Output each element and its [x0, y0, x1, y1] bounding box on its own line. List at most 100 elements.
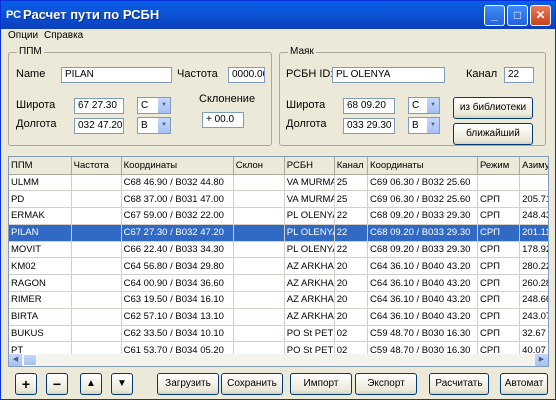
- load-button[interactable]: Загрузить: [157, 373, 219, 395]
- table-cell: 243.07: [519, 308, 548, 326]
- table-cell: [233, 190, 285, 209]
- table-cell: С68 46.90 / В032 44.80: [121, 174, 234, 192]
- column-header[interactable]: ППМ: [9, 157, 72, 175]
- move-up-button[interactable]: ▲: [80, 373, 102, 395]
- maximize-button[interactable]: □: [507, 5, 528, 26]
- table-cell: [477, 174, 521, 192]
- remove-row-button[interactable]: −: [46, 373, 68, 395]
- declination-field[interactable]: + 00.0: [202, 112, 244, 128]
- table-row[interactable]: PD С68 37.00 / В031 47.00 VA MURMA 25 С69 06…: [9, 190, 548, 209]
- app-icon: РС: [6, 9, 22, 21]
- menu-options[interactable]: Опции: [8, 30, 38, 41]
- table-row[interactable]: PILAN С67 27.30 / В032 47.20 PL OLENYA 22 С6…: [9, 224, 548, 242]
- name-field[interactable]: PILAN: [61, 67, 172, 83]
- from-library-button[interactable]: из библиотеки: [453, 97, 533, 119]
- column-header[interactable]: Координаты: [367, 157, 478, 175]
- column-header[interactable]: Режим: [477, 157, 521, 175]
- name-label: Name: [16, 68, 46, 80]
- table-cell: 178.92: [519, 241, 548, 259]
- scroll-thumb[interactable]: [23, 354, 37, 366]
- table-cell: С64 36.10 / В040 43.20: [367, 291, 478, 309]
- beacon-longitude-hemisphere-value: В: [412, 120, 419, 131]
- table-cell: [71, 274, 122, 293]
- longitude-label: Долгота: [16, 118, 57, 130]
- latitude-hemisphere-value: С: [141, 100, 149, 111]
- longitude-field[interactable]: 032 47.20: [74, 118, 124, 134]
- table-cell: СРП: [477, 325, 521, 343]
- column-header[interactable]: Склон: [233, 157, 285, 175]
- table-row[interactable]: ERMAK С67 59.00 / В032 22.00 PL OLENYA 22 С6…: [9, 207, 548, 225]
- table-cell: AZ ARKHA: [284, 257, 335, 276]
- import-button[interactable]: Импорт: [290, 373, 352, 395]
- table-row[interactable]: ULMM С68 46.90 / В032 44.80 VA MURMA 25 С69 …: [9, 174, 548, 192]
- column-header[interactable]: Азимут: [519, 157, 548, 175]
- column-header[interactable]: РСБН: [284, 157, 335, 175]
- latitude-field[interactable]: 67 27.30: [74, 98, 124, 114]
- latitude-hemisphere-select[interactable]: С ▼: [137, 97, 171, 114]
- title-bar[interactable]: РС Расчет пути по РСБН _ □ ✕: [1, 1, 555, 29]
- save-button[interactable]: Сохранить: [221, 373, 283, 395]
- table-cell: 260.28: [519, 274, 548, 293]
- table-cell: 22: [334, 241, 369, 259]
- nearest-button[interactable]: ближайший: [453, 123, 533, 145]
- chevron-down-icon: ▼: [426, 98, 439, 113]
- frequency-field[interactable]: 0000.00: [228, 67, 265, 83]
- table-cell: PO St PET: [284, 325, 335, 343]
- table-cell: С64 36.10 / В040 43.20: [367, 308, 478, 326]
- column-header[interactable]: Частота: [71, 157, 122, 175]
- table-row[interactable]: RIMER С63 19.50 / В034 16.10 AZ ARKHA 20 С64…: [9, 291, 548, 309]
- longitude-hemisphere-select[interactable]: В ▼: [137, 117, 171, 134]
- close-button[interactable]: ✕: [530, 5, 551, 26]
- table-cell: С64 36.10 / В040 43.20: [367, 274, 478, 293]
- export-button[interactable]: Экспорт: [355, 373, 417, 395]
- ppm-group: ППМ Name PILAN Частота 0000.00 Широта 67…: [8, 46, 272, 146]
- add-row-button[interactable]: +: [15, 373, 37, 395]
- beacon-longitude-label: Долгота: [286, 118, 327, 130]
- minimize-button[interactable]: _: [484, 5, 505, 26]
- beacon-id-label: РСБН ID:: [286, 68, 334, 80]
- beacon-latitude-hemisphere-select[interactable]: С ▼: [408, 97, 440, 114]
- table-cell: С68 37.00 / В031 47.00: [121, 190, 234, 209]
- auto-button[interactable]: Автомат: [500, 373, 548, 395]
- table-row[interactable]: RAGON С64 00.90 / В034 36.60 AZ ARKHA 20 С64…: [9, 274, 548, 293]
- table-cell: 22: [334, 224, 369, 242]
- scroll-left-button[interactable]: ◀: [9, 354, 22, 366]
- table-cell: [71, 241, 122, 259]
- column-header[interactable]: Канал: [334, 157, 369, 175]
- calculate-button[interactable]: Расчитать: [429, 373, 489, 395]
- table-row[interactable]: BUKUS С62 33.50 / В034 10.10 PO St PET 02 С5…: [9, 325, 548, 343]
- beacon-longitude-field[interactable]: 033 29.30: [343, 118, 395, 134]
- table-cell: [519, 174, 548, 192]
- main-window: РС Расчет пути по РСБН _ □ ✕ Опции Справ…: [0, 0, 556, 400]
- table-row[interactable]: BIRTA С62 57.10 / В034 13.10 AZ ARKHA 20 С64…: [9, 308, 548, 326]
- table-cell: 32.67: [519, 325, 548, 343]
- table-cell: BUKUS: [9, 325, 72, 343]
- chevron-down-icon: ▼: [157, 98, 170, 113]
- route-table[interactable]: ППМ Частота Координаты Склон РСБН Канал Коорди…: [8, 156, 549, 367]
- channel-field[interactable]: 22: [504, 67, 534, 83]
- table-row[interactable]: MOVIT С66 22.40 / В033 34.30 PL OLENYA 22 С6…: [9, 241, 548, 259]
- scroll-right-button[interactable]: ▶: [535, 354, 548, 366]
- channel-label: Канал: [466, 68, 498, 80]
- beacon-latitude-field[interactable]: 68 09.20: [343, 98, 395, 114]
- column-header[interactable]: Координаты: [121, 157, 234, 175]
- horizontal-scrollbar[interactable]: ◀ ▶: [9, 354, 548, 366]
- table-cell: С69 06.30 / В032 25.60: [367, 174, 478, 192]
- menu-help[interactable]: Справка: [44, 30, 83, 41]
- table-cell: AZ ARKHA: [284, 274, 335, 293]
- table-cell: VA MURMA: [284, 174, 335, 192]
- table-cell: С64 36.10 / В040 43.20: [367, 257, 478, 276]
- move-down-button[interactable]: ▼: [111, 373, 133, 395]
- table-cell: RAGON: [9, 274, 72, 293]
- table-cell: СРП: [477, 274, 521, 293]
- table-cell: [71, 291, 122, 309]
- frequency-label: Частота: [177, 68, 218, 80]
- table-cell: [233, 207, 285, 225]
- table-cell: 205.71: [519, 190, 548, 209]
- beacon-longitude-hemisphere-select[interactable]: В ▼: [408, 117, 440, 134]
- beacon-id-field[interactable]: PL OLENYA: [332, 67, 445, 83]
- table-cell: СРП: [477, 291, 521, 309]
- table-row[interactable]: KM02 С64 56.80 / В034 29.80 AZ ARKHA 20 С64 …: [9, 257, 548, 276]
- table-cell: MOVIT: [9, 241, 72, 259]
- table-cell: С63 19.50 / В034 16.10: [121, 291, 234, 309]
